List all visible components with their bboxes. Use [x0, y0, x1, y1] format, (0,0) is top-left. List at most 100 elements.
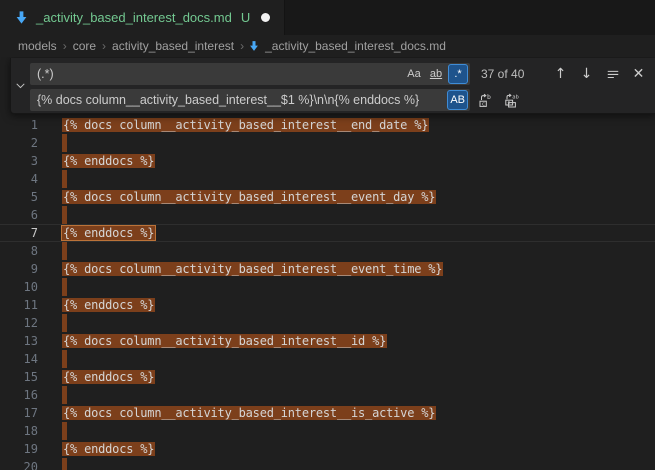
code-line[interactable]: 15{% enddocs %}: [0, 368, 655, 386]
breadcrumb-item-file[interactable]: _activity_based_interest_docs.md: [248, 39, 446, 53]
code-area[interactable]: 1{% docs column__activity_based_interest…: [0, 116, 655, 470]
line-number: 12: [0, 314, 38, 332]
line-content: [62, 206, 67, 224]
replace-button[interactable]: b c: [475, 90, 496, 111]
replace-all-icon: ab c: [504, 92, 520, 108]
breadcrumb-item-models[interactable]: models: [18, 39, 57, 53]
line-content: [62, 458, 67, 470]
line-number: 5: [0, 188, 38, 206]
line-content: {% enddocs %}: [62, 224, 155, 242]
code-line[interactable]: 8: [0, 242, 655, 260]
find-match: {% enddocs %}: [62, 442, 155, 456]
previous-match-button[interactable]: ↑: [550, 64, 571, 85]
find-match: {% docs column__activity_based_interest_…: [62, 406, 436, 420]
code-line[interactable]: 3 {% enddocs %}: [0, 152, 655, 170]
breadcrumb-separator: ›: [240, 39, 244, 53]
find-match-strip: [62, 314, 67, 332]
find-match: {% docs column__activity_based_interest_…: [62, 334, 387, 348]
find-match: {% enddocs %}: [62, 154, 155, 168]
code-line[interactable]: 7{% enddocs %}: [0, 224, 655, 242]
breadcrumb-item-folder[interactable]: activity_based_interest: [112, 39, 234, 53]
breadcrumb-item-core[interactable]: core: [73, 39, 96, 53]
line-content: [62, 350, 67, 368]
line-number: 10: [0, 278, 38, 296]
line-number: 20: [0, 458, 38, 470]
code-line[interactable]: 10: [0, 278, 655, 296]
replace-all-button[interactable]: ab c: [501, 90, 522, 111]
line-number: 11: [0, 296, 38, 314]
code-line[interactable]: 4: [0, 170, 655, 188]
code-line[interactable]: 5 {% docs column__activity_based_interest…: [0, 188, 655, 206]
git-status-badge: U: [241, 10, 250, 25]
line-content: {% docs column__activity_based_interest_…: [62, 116, 429, 134]
code-line[interactable]: 19{% enddocs %}: [0, 440, 655, 458]
close-find-button[interactable]: ✕: [628, 64, 649, 85]
vscode-window: _activity_based_interest_docs.md U model…: [0, 0, 655, 470]
current-find-match: {% enddocs %}: [62, 226, 155, 240]
line-number: 13: [0, 332, 38, 350]
svg-text:b: b: [487, 93, 491, 101]
line-content: {% docs column__activity_based_interest_…: [62, 188, 436, 206]
find-match-strip: [62, 422, 67, 440]
find-match-strip: [62, 278, 67, 296]
line-number: 8: [0, 242, 38, 260]
line-content: {% enddocs %}: [62, 152, 155, 170]
line-content: [62, 422, 67, 440]
regex-button[interactable]: .*: [448, 64, 468, 84]
line-number: 17: [0, 404, 38, 422]
code-line[interactable]: 18: [0, 422, 655, 440]
line-number: 16: [0, 386, 38, 404]
tab-title: _activity_based_interest_docs.md: [36, 10, 232, 25]
code-line[interactable]: 1{% docs column__activity_based_interest…: [0, 116, 655, 134]
line-content: [62, 386, 67, 404]
code-line[interactable]: 12: [0, 314, 655, 332]
line-number: 4: [0, 170, 38, 188]
code-line[interactable]: 16: [0, 386, 655, 404]
code-line[interactable]: 13 {% docs column__activity_based_interes…: [0, 332, 655, 350]
selection-lines-icon: [606, 67, 620, 81]
code-line[interactable]: 20: [0, 458, 655, 470]
markdown-file-icon: [13, 10, 29, 26]
find-match-strip: [62, 458, 67, 470]
find-nav-buttons: ↑ ↓ ✕: [545, 64, 649, 85]
line-content: [62, 134, 67, 152]
replace-text: {% docs column__activity_based_interest_…: [37, 93, 445, 107]
chevron-down-icon: [15, 80, 26, 91]
line-content: {% docs column__activity_based_interest_…: [62, 332, 387, 350]
replace-input[interactable]: {% docs column__activity_based_interest_…: [30, 89, 470, 111]
code-line[interactable]: 14: [0, 350, 655, 368]
code-line[interactable]: 17 {% docs column__activity_based_interes…: [0, 404, 655, 422]
line-content: {% enddocs %}: [62, 296, 155, 314]
code-line[interactable]: 6: [0, 206, 655, 224]
line-number: 14: [0, 350, 38, 368]
whole-word-button[interactable]: ab: [426, 64, 446, 84]
preserve-case-button[interactable]: AB: [447, 90, 468, 110]
code-line[interactable]: 11 {% enddocs %}: [0, 296, 655, 314]
find-match-strip: [62, 242, 67, 260]
line-content: {% docs column__activity_based_interest_…: [62, 260, 443, 278]
find-match: {% docs column__activity_based_interest_…: [62, 262, 443, 276]
code-line[interactable]: 2: [0, 134, 655, 152]
toggle-replace-button[interactable]: [11, 58, 30, 113]
line-content: [62, 242, 67, 260]
markdown-file-icon: [248, 40, 260, 52]
breadcrumb-separator: ›: [102, 39, 106, 53]
find-input[interactable]: (.*) Aa ab .*: [30, 63, 470, 85]
line-number: 9: [0, 260, 38, 278]
code-line[interactable]: 9 {% docs column__activity_based_interest…: [0, 260, 655, 278]
breadcrumb-separator: ›: [63, 39, 67, 53]
next-match-button[interactable]: ↓: [576, 64, 597, 85]
line-number: 18: [0, 422, 38, 440]
find-in-selection-button[interactable]: [602, 64, 623, 85]
editor-tab[interactable]: _activity_based_interest_docs.md U: [0, 0, 285, 35]
line-number: 2: [0, 134, 38, 152]
find-widget: (.*) Aa ab .* 37 of 40 ↑ ↓: [10, 58, 655, 114]
line-number: 15: [0, 368, 38, 386]
match-case-button[interactable]: Aa: [404, 64, 424, 84]
replace-icon: b c: [478, 92, 494, 108]
line-number: 3: [0, 152, 38, 170]
svg-text:c: c: [481, 102, 484, 108]
editor-pane[interactable]: (.*) Aa ab .* 37 of 40 ↑ ↓: [0, 57, 655, 470]
modified-dot-icon[interactable]: [261, 13, 270, 22]
svg-text:c: c: [507, 101, 510, 106]
